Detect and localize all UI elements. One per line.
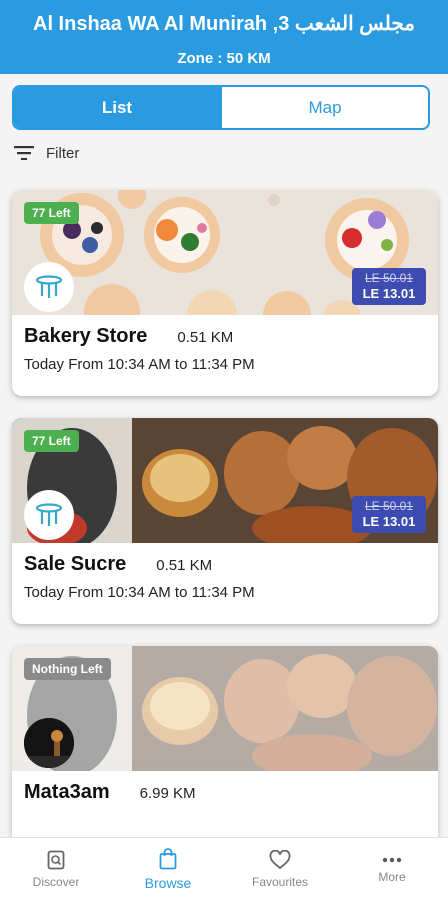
old-price: LE 50.01	[364, 271, 414, 285]
store-distance: 6.99 KM	[139, 785, 196, 802]
store-image: 77 Left LE 50.01 LE 13.01	[12, 418, 438, 543]
nav-browse[interactable]: Browse	[112, 838, 224, 900]
store-info: Bakery Store 0.51 KM Today From 10:34 AM…	[12, 315, 438, 383]
store-name: Bakery Store	[24, 325, 148, 347]
top-bar: Al Inshaa WA Al Munirah ,مجلس الشعب 3 Zo…	[0, 0, 448, 74]
store-logo-icon	[35, 503, 63, 526]
stock-badge: Nothing Left	[24, 658, 111, 680]
price-tag: LE 50.01 LE 13.01	[352, 268, 426, 305]
store-logo-icon	[24, 718, 74, 768]
new-price: LE 13.01	[362, 514, 416, 529]
zone-label: Zone : 50 KM	[177, 50, 271, 67]
location-title[interactable]: Al Inshaa WA Al Munirah ,مجلس الشعب 3	[0, 11, 448, 36]
store-distance: 0.51 KM	[156, 557, 213, 574]
nav-favourites-label: Favourites	[251, 874, 309, 889]
store-image: 77 Left LE 50.01 LE 13.01	[12, 190, 438, 315]
bottom-nav: Discover Browse Favourites More	[0, 837, 448, 900]
pickup-hours: Today From 10:34 AM to 11:34 PM	[24, 584, 255, 601]
pickup-hours: Today From 10:34 AM to 11:34 PM	[24, 356, 255, 373]
stock-badge: 77 Left	[24, 202, 79, 224]
store-logo	[24, 718, 74, 768]
app-screen: Al Inshaa WA Al Munirah ,مجلس الشعب 3 Zo…	[0, 0, 448, 900]
shopping-bag-icon	[159, 847, 177, 869]
nav-discover[interactable]: Discover	[0, 838, 112, 900]
nav-more[interactable]: More	[336, 838, 448, 900]
store-name: Sale Sucre	[24, 553, 127, 575]
new-price: LE 13.01	[362, 286, 416, 301]
store-logo	[24, 490, 74, 540]
store-logo	[24, 262, 74, 312]
heart-icon	[269, 849, 291, 869]
filter-icon	[14, 146, 34, 160]
old-price: LE 50.01	[364, 499, 414, 513]
nav-discover-label: Discover	[32, 874, 80, 889]
price-tag: LE 50.01 LE 13.01	[352, 496, 426, 533]
stock-badge: 77 Left	[24, 430, 79, 452]
store-distance: 0.51 KM	[177, 329, 234, 346]
store-name: Mata3am	[24, 781, 110, 803]
filter-label: Filter	[46, 144, 80, 162]
store-card[interactable]: 77 Left LE 50.01 LE 13.01 Bakery Store 0…	[12, 190, 438, 396]
store-logo-icon	[35, 275, 63, 298]
store-info: Mata3am 6.99 KM	[12, 771, 438, 814]
tab-list[interactable]: List	[14, 87, 220, 128]
nav-more-label: More	[378, 869, 406, 884]
store-info: Sale Sucre 0.51 KM Today From 10:34 AM t…	[12, 543, 438, 611]
nav-favourites[interactable]: Favourites	[224, 838, 336, 900]
store-card[interactable]: 77 Left LE 50.01 LE 13.01 Sale Sucre 0.5…	[12, 418, 438, 624]
view-toggle: List Map	[12, 85, 430, 130]
discover-icon	[47, 850, 65, 869]
store-image: Nothing Left	[12, 646, 438, 771]
nav-browse-label: Browse	[144, 874, 192, 891]
more-dots-icon	[382, 857, 402, 862]
store-card-sold-out[interactable]: Nothing Left Mata3am 6.99 KM	[12, 646, 438, 846]
tab-map[interactable]: Map	[220, 87, 428, 128]
filter-button[interactable]: Filter	[14, 142, 79, 164]
